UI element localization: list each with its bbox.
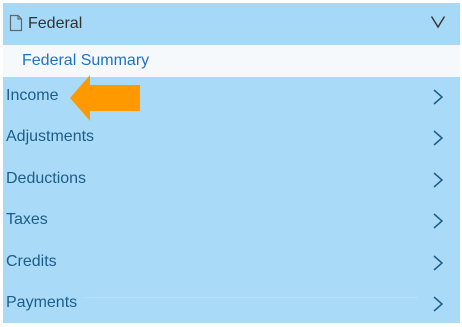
nav-item-label: Adjustments (6, 128, 95, 145)
nav-item-label: Taxes (6, 211, 48, 228)
chevron-down-icon[interactable] (430, 15, 446, 29)
nav-item-label: Deductions (6, 170, 87, 187)
federal-nav-panel: Federal Federal Summary Income Adjustmen… (3, 3, 460, 323)
document-icon (9, 14, 23, 32)
nav-item-adjustments[interactable]: Adjustments (3, 118, 460, 158)
chevron-right-icon (432, 295, 444, 313)
nav-item-label: Income (6, 87, 59, 104)
arrow-pointer-icon (70, 73, 141, 123)
chevron-right-icon (432, 212, 444, 230)
nav-item-label: Payments (6, 294, 78, 311)
nav-item-label: Credits (6, 253, 57, 270)
federal-section-title: Federal (28, 15, 83, 32)
federal-summary-label: Federal Summary (22, 52, 150, 69)
chevron-right-icon (432, 129, 444, 147)
divider (85, 297, 418, 298)
nav-item-credits[interactable]: Credits (3, 243, 460, 283)
nav-item-payments[interactable]: Payments (3, 284, 460, 324)
chevron-right-icon (432, 88, 444, 106)
chevron-right-icon (432, 254, 444, 272)
federal-section-header[interactable]: Federal (3, 3, 460, 45)
nav-item-deductions[interactable]: Deductions (3, 160, 460, 200)
nav-item-taxes[interactable]: Taxes (3, 201, 460, 241)
chevron-right-icon (432, 171, 444, 189)
